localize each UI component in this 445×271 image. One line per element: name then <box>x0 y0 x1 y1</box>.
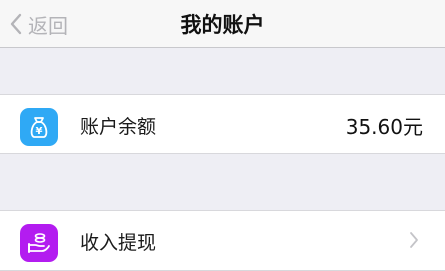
svg-text:¥: ¥ <box>36 126 43 137</box>
chevron-right-icon <box>409 231 419 253</box>
withdraw-label: 收入提现 <box>80 231 157 254</box>
hand-coins-icon <box>20 224 58 262</box>
account-balance-row[interactable]: ¥ 账户余额 35.60元 <box>0 94 445 154</box>
balance-label: 账户余额 <box>80 115 157 138</box>
balance-value: 35.60元 <box>345 114 423 139</box>
page-title: 我的账户 <box>180 13 265 37</box>
navigation-bar: 返回 我的账户 <box>0 0 445 48</box>
money-bag-icon: ¥ <box>20 108 58 146</box>
income-withdraw-row[interactable]: 收入提现 <box>0 210 445 271</box>
